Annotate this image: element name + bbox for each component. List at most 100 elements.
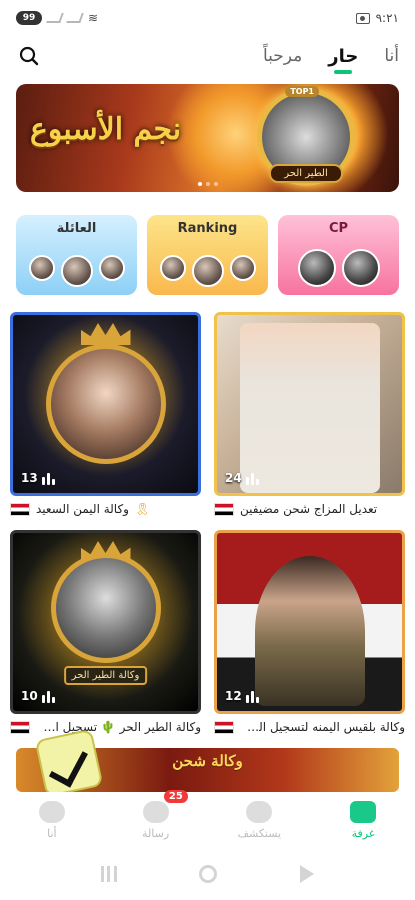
nav-message-label: رسالة — [142, 826, 170, 840]
yemen-flag-icon — [214, 502, 234, 516]
avatar — [341, 249, 380, 287]
ribbon-icon: 🎗 — [134, 502, 151, 516]
banner-user-name: الطير الحر — [269, 164, 343, 183]
screen-record-icon — [355, 12, 370, 24]
tab-welcome[interactable]: مرحباً — [263, 46, 302, 66]
room-title: تعديل المزاج شحن مضيفين — [240, 502, 378, 516]
count-value: 12 — [225, 689, 242, 703]
audio-bars-icon — [245, 473, 259, 485]
room-card[interactable]: وكالة الطير الحر 10 وكالة الطير الحر 🌵 ت… — [10, 530, 201, 740]
avatar — [159, 255, 186, 281]
search-button[interactable] — [16, 43, 42, 69]
yemen-flag-icon — [214, 720, 234, 734]
nav-explore[interactable]: يستكشف — [208, 792, 312, 848]
top-rank-badge: TOP1 — [285, 86, 319, 97]
tab-me[interactable]: أنا — [384, 46, 399, 66]
top-tabs: مرحباً حار أنا — [263, 46, 399, 67]
cp-avatars — [278, 249, 399, 287]
family-card[interactable]: العائلة — [16, 215, 137, 295]
nav-room-label: غرفة — [351, 826, 375, 840]
listener-count: 10 — [21, 689, 55, 703]
nav-me[interactable]: أنا — [0, 792, 104, 848]
room-name-plate: وكالة الطير الحر — [63, 666, 148, 685]
room-cover: 24 — [214, 312, 405, 496]
audio-bars-icon — [245, 691, 259, 703]
crown-icon — [80, 323, 131, 345]
room-card[interactable]: 12 وكالة بلقيس اليمنه لتسجيل الم... — [214, 530, 405, 740]
family-label: العائلة — [56, 221, 97, 236]
family-avatars — [16, 255, 137, 287]
listener-count: 13 — [21, 471, 55, 485]
avatar — [297, 249, 336, 287]
status-indicators: 99 ≋ — [16, 11, 98, 25]
status-bar: 99 ≋ ٩:٢١ — [0, 0, 415, 36]
listener-count: 24 — [225, 471, 259, 485]
cp-card[interactable]: CP — [278, 215, 399, 295]
count-value: 13 — [21, 471, 38, 485]
avatar — [229, 255, 256, 281]
message-icon — [142, 800, 169, 823]
room-title-row: وكالة بلقيس اليمنه لتسجيل الم... — [214, 714, 405, 740]
room-title-row: وكالة الطير الحر 🌵 تسجيل ال... — [10, 714, 201, 740]
tab-hot[interactable]: حار — [328, 46, 358, 67]
checkmark-floating-icon[interactable] — [34, 728, 104, 798]
ranking-avatars — [147, 255, 268, 287]
nav-me-label: أنا — [47, 826, 57, 840]
nav-explore-label: يستكشف — [237, 826, 282, 840]
banner-title: نجم الأسبوع — [30, 112, 182, 147]
room-avatar — [254, 555, 365, 706]
back-icon[interactable] — [299, 865, 314, 883]
yemen-flag-icon — [10, 502, 30, 516]
explore-icon — [246, 800, 273, 823]
room-icon — [350, 800, 377, 823]
room-avatar — [45, 344, 166, 464]
carousel-dot[interactable] — [197, 182, 202, 186]
status-time-group: ٩:٢١ — [355, 11, 399, 25]
promo-text: وكالة شحن — [172, 752, 243, 770]
nav-room[interactable]: غرفة — [311, 792, 415, 848]
search-icon — [19, 46, 39, 66]
audio-bars-icon — [41, 473, 55, 485]
recent-apps-icon[interactable] — [101, 866, 118, 882]
room-cover: 13 — [10, 312, 201, 496]
home-icon[interactable] — [199, 865, 218, 883]
me-icon — [38, 800, 65, 823]
room-title-row: 🎗 وكالة اليمن السعيد — [10, 496, 201, 522]
nav-message[interactable]: 25 رسالة — [104, 790, 208, 848]
signal-icon — [46, 13, 64, 23]
carousel-dot[interactable] — [205, 182, 210, 186]
audio-bars-icon — [41, 691, 55, 703]
ranking-label: Ranking — [177, 221, 238, 236]
count-value: 24 — [225, 471, 242, 485]
avatar — [28, 255, 55, 281]
category-cards: العائلة Ranking CP — [16, 215, 399, 295]
avatar — [98, 255, 125, 281]
system-nav-bar — [0, 848, 415, 900]
room-cover: وكالة الطير الحر 10 — [10, 530, 201, 714]
avatar — [60, 255, 93, 287]
room-card[interactable]: 24 تعديل المزاج شحن مضيفين — [214, 312, 405, 522]
signal-icon-2 — [66, 13, 84, 23]
avatar — [191, 255, 224, 287]
cp-label: CP — [328, 221, 349, 236]
room-avatar — [239, 322, 380, 493]
unread-badge: 25 — [163, 790, 188, 803]
top-header: مرحباً حار أنا — [0, 36, 415, 76]
bottom-nav: أنا 25 رسالة يستكشف غرفة — [0, 790, 415, 848]
room-cover: 12 — [214, 530, 405, 714]
carousel-dots — [197, 182, 218, 186]
room-title: وكالة اليمن السعيد — [36, 502, 129, 516]
room-title: وكالة الطير الحر 🌵 تسجيل ال... — [36, 720, 201, 734]
room-title: وكالة بلقيس اليمنه لتسجيل الم... — [240, 720, 405, 734]
listener-count: 12 — [225, 689, 259, 703]
status-time: ٩:٢١ — [375, 11, 399, 25]
room-card[interactable]: 13 🎗 وكالة اليمن السعيد — [10, 312, 201, 522]
carousel-dot[interactable] — [213, 182, 218, 186]
yemen-flag-icon — [10, 720, 30, 734]
battery-indicator: 99 — [16, 11, 42, 25]
room-title-row: تعديل المزاج شحن مضيفين — [214, 496, 405, 522]
wifi-icon: ≋ — [88, 11, 99, 25]
star-of-week-banner[interactable]: نجم الأسبوع TOP1 الطير الحر — [16, 84, 399, 192]
ranking-card[interactable]: Ranking — [147, 215, 268, 295]
count-value: 10 — [21, 689, 38, 703]
